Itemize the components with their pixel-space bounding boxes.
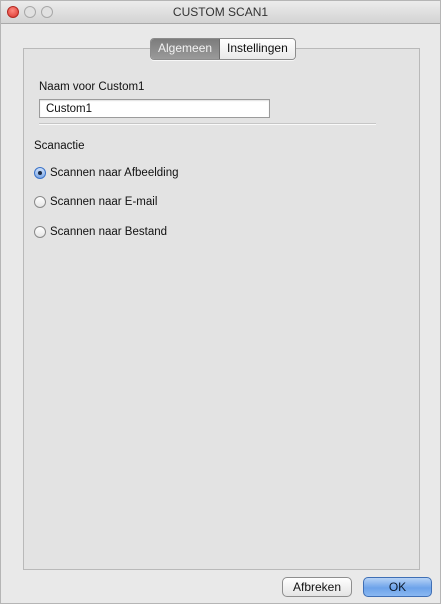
radio-unselected-icon[interactable] [34, 226, 46, 238]
scan-action-label: Scanactie [34, 140, 85, 152]
radio-unselected-icon[interactable] [34, 196, 46, 208]
tab-bar: Algemeen Instellingen [150, 38, 296, 60]
tab-algemeen[interactable]: Algemeen [151, 39, 221, 59]
window-title: CUSTOM SCAN1 [172, 5, 269, 19]
radio-label[interactable]: Scannen naar Afbeelding [50, 167, 179, 179]
cancel-button[interactable]: Afbreken [282, 577, 352, 597]
name-field[interactable] [39, 99, 270, 118]
radio-label[interactable]: Scannen naar E-mail [50, 196, 157, 208]
ok-button[interactable]: OK [363, 577, 432, 597]
radio-scan-to-email[interactable]: Scannen naar E-mail [34, 196, 157, 208]
title-bar[interactable]: CUSTOM SCAN1 [1, 1, 440, 24]
tab-instellingen[interactable]: Instellingen [220, 39, 295, 59]
radio-selected-icon[interactable] [34, 167, 46, 179]
radio-scan-to-file[interactable]: Scannen naar Bestand [34, 226, 167, 238]
dialog-window: CUSTOM SCAN1 Algemeen Instellingen Naam … [0, 0, 441, 604]
radio-label[interactable]: Scannen naar Bestand [50, 226, 167, 238]
section-divider [39, 123, 376, 125]
radio-scan-to-image[interactable]: Scannen naar Afbeelding [34, 167, 179, 179]
name-field-label: Naam voor Custom1 [39, 81, 145, 93]
tab-content-panel [23, 48, 420, 570]
